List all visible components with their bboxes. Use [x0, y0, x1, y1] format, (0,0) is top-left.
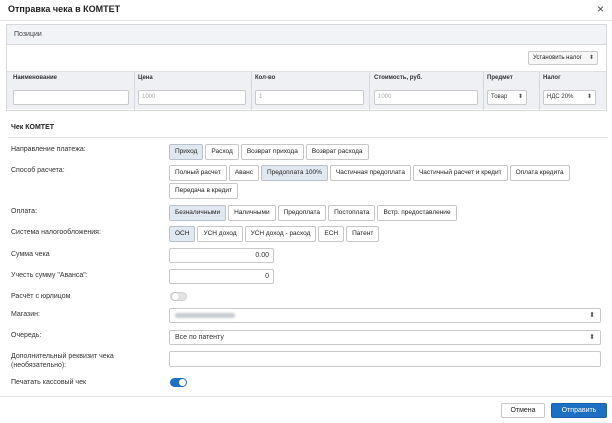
queue-value: Все по патенту	[175, 334, 224, 341]
option-button[interactable]: Передача в кредит	[169, 183, 239, 199]
col-divider	[251, 72, 252, 110]
set-tax-button[interactable]: Установить налог ⬍	[528, 51, 598, 65]
close-icon[interactable]: ×	[597, 3, 604, 15]
tax-system-group: ОСН УСН доход УСН доход - расход ЕСН Патент	[169, 226, 604, 242]
option-button[interactable]: Предоплата	[277, 205, 327, 221]
tax-system-label: Система налогообложения:	[11, 229, 101, 236]
item-cost-input[interactable]: 1000	[374, 90, 478, 105]
sum-input[interactable]: 0.00	[169, 248, 274, 263]
item-subject-select[interactable]: Товар ⬍	[487, 90, 527, 105]
cancel-button[interactable]: Отмена	[501, 403, 545, 418]
extra-label-line1: Дополнительный реквизит чека	[11, 353, 114, 360]
option-button[interactable]: Возврат расхода	[305, 144, 369, 160]
payment-label: Оплата:	[11, 208, 38, 215]
option-button[interactable]: Частичный расчет и кредит	[412, 165, 508, 181]
col-subject-header: Предмет	[487, 75, 513, 81]
dialog-title: Отправка чека в КОМТЕТ	[8, 4, 121, 14]
item-subject-value: Товар	[491, 94, 508, 100]
queue-select[interactable]: Все по патенту ⬍	[169, 330, 601, 345]
extra-label-line2: (необязательно):	[11, 362, 67, 369]
option-button[interactable]: Наличными	[228, 205, 276, 221]
shop-label: Магазин:	[11, 311, 40, 318]
advance-label: Учесть сумму "Аванса":	[11, 272, 88, 279]
option-button[interactable]: УСН доход	[197, 226, 243, 242]
shop-select[interactable]: ⬍	[169, 308, 601, 323]
queue-label: Очередь:	[11, 332, 42, 339]
legal-entity-toggle[interactable]	[170, 292, 187, 301]
option-button[interactable]: Встр. предоставление	[377, 205, 457, 221]
chevron-updown-icon: ⬍	[589, 334, 595, 341]
item-qty-input[interactable]: 1	[255, 90, 364, 105]
option-button[interactable]: ЕСН	[318, 226, 345, 242]
chevron-updown-icon: ⬍	[589, 312, 595, 319]
sum-label: Сумма чека	[11, 251, 50, 258]
section-divider	[8, 137, 608, 138]
payment-group: Безналичными Наличными Предоплата Постоплат…	[169, 205, 604, 221]
print-check-toggle[interactable]	[170, 378, 187, 387]
option-button[interactable]: ОСН	[169, 226, 196, 242]
positions-header: Позиции	[7, 25, 606, 45]
option-button[interactable]: Предоплата 100%	[260, 165, 328, 181]
calc-method-group: Полный расчет Аванс Предоплата 100% Частичн…	[169, 165, 609, 199]
col-name-header: Наименование	[13, 75, 58, 81]
check-section-title: Чек КОМТЕТ	[11, 124, 55, 131]
chevron-updown-icon: ⬍	[586, 94, 592, 100]
toggle-knob	[172, 293, 179, 300]
col-divider	[539, 72, 540, 110]
item-tax-value: НДС 20%	[547, 94, 574, 100]
col-qty-header: Кол-во	[255, 75, 276, 81]
option-button[interactable]: Безналичными	[169, 205, 227, 221]
item-name-input[interactable]	[13, 90, 129, 105]
option-button[interactable]: Расход	[205, 144, 239, 160]
option-button[interactable]: Аванс	[228, 165, 259, 181]
chevron-updown-icon: ⬍	[517, 94, 523, 100]
option-button[interactable]: Оплата кредита	[509, 165, 570, 181]
shop-value-redacted	[175, 313, 235, 318]
calc-method-label: Способ расчета:	[11, 167, 65, 174]
option-button[interactable]: Полный расчет	[169, 165, 227, 181]
extra-label: Дополнительный реквизит чека (необязател…	[11, 352, 114, 370]
col-divider	[369, 72, 370, 110]
col-divider	[134, 72, 135, 110]
option-button[interactable]: Приход	[169, 144, 204, 160]
positions-panel: Позиции Установить налог ⬍ Наименование …	[6, 24, 607, 111]
direction-group: Приход Расход Возврат прихода Возврат расхо…	[169, 144, 604, 160]
option-button[interactable]: Частичная предоплата	[329, 165, 411, 181]
col-divider	[483, 72, 484, 110]
positions-table: Наименование Цена Кол-во Стоимость, руб.…	[7, 71, 606, 110]
set-tax-label: Установить налог	[533, 55, 582, 61]
option-button[interactable]: Постоплата	[328, 205, 376, 221]
option-button[interactable]: Возврат прихода	[240, 144, 304, 160]
legal-entity-label: Расчёт с юрлицом	[11, 293, 71, 300]
col-tax-header: Налог	[543, 75, 561, 81]
send-button[interactable]: Отправить	[551, 403, 607, 418]
item-price-input[interactable]: 1000	[138, 90, 246, 105]
toggle-knob	[179, 379, 186, 386]
advance-input[interactable]: 0	[169, 269, 274, 284]
option-button[interactable]: Патент	[346, 226, 380, 242]
item-tax-select[interactable]: НДС 20% ⬍	[543, 90, 596, 105]
option-button[interactable]: УСН доход - расход	[244, 226, 317, 242]
chevron-updown-icon: ⬍	[588, 55, 594, 61]
extra-field-input[interactable]	[169, 351, 601, 367]
print-check-label: Печатать кассовый чек	[11, 379, 87, 386]
col-price-header: Цена	[138, 75, 153, 81]
header-divider	[0, 20, 612, 21]
direction-label: Направление платежа:	[11, 146, 86, 153]
col-cost-header: Стоимость, руб.	[374, 75, 423, 81]
footer-divider	[0, 396, 612, 397]
